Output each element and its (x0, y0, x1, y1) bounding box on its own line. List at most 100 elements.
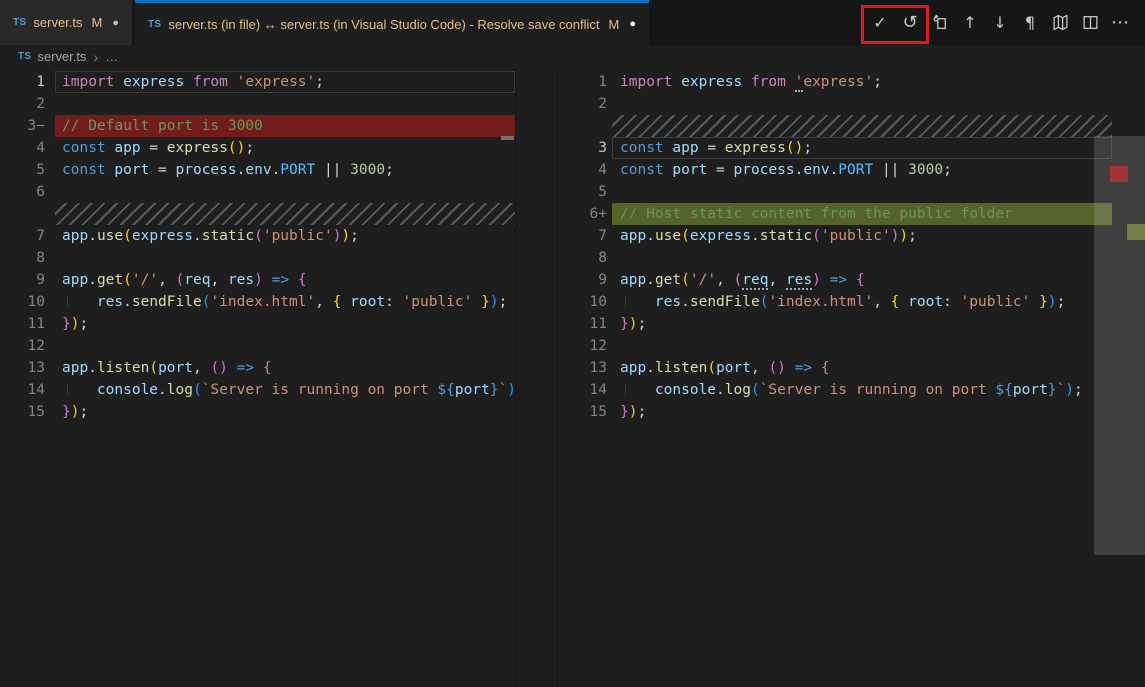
code-token: root (908, 294, 943, 310)
code-token: , (158, 272, 175, 288)
discard-button[interactable]: ↺ (895, 0, 925, 45)
code-line[interactable] (612, 247, 1112, 269)
code-token: => (272, 272, 289, 288)
typescript-icon: TS (148, 19, 161, 30)
code-token: ) (254, 272, 263, 288)
tab-server-ts[interactable]: TS server.ts M ● (0, 0, 132, 45)
code-line[interactable] (612, 93, 1112, 115)
code-token: import (620, 74, 681, 90)
breadcrumb-more[interactable]: … (105, 49, 118, 64)
code-line[interactable]: }); (612, 313, 1112, 335)
code-token (254, 360, 263, 376)
code-line[interactable]: app.use(express.static('public')); (612, 225, 1112, 247)
code-token: import (62, 74, 123, 90)
line-number: 2 (558, 93, 607, 115)
code-token: res (655, 294, 681, 310)
left-code-row: 12 (0, 335, 515, 357)
code-line[interactable]: import express from 'express'; (55, 71, 515, 93)
code-line[interactable]: const app = express(); (55, 137, 515, 159)
line-number: 8 (558, 247, 607, 269)
line-number: 1 (558, 71, 607, 93)
dirty-indicator-icon[interactable]: ● (629, 18, 636, 30)
more-actions-button[interactable]: ⋯ (1105, 0, 1135, 45)
code-line[interactable] (55, 335, 515, 357)
code-token: { (263, 360, 272, 376)
code-token: sendFile (132, 294, 202, 310)
accept-merge-button[interactable]: ✓ (865, 0, 895, 45)
code-token: 'index.html' (768, 294, 873, 310)
code-token: ; (1074, 382, 1083, 398)
code-token: () (786, 140, 803, 156)
code-line[interactable]: app.use(express.static('public')); (55, 225, 515, 247)
code-token: env (803, 162, 829, 178)
code-token: express (167, 140, 228, 156)
code-token: () (210, 360, 227, 376)
map-button[interactable] (1045, 0, 1075, 45)
code-token (812, 360, 821, 376)
code-line[interactable]: console.log(`Server is running on port $… (612, 379, 1112, 401)
code-token (1030, 294, 1039, 310)
code-token: ( (123, 228, 132, 244)
code-token: = (716, 162, 733, 178)
code-line[interactable]: }); (55, 401, 515, 423)
code-token: || (873, 162, 908, 178)
code-line[interactable] (55, 181, 515, 203)
editor-actions-toolbar: ✓ ↺ ↑ ↓ ¶ (865, 0, 1135, 45)
previous-change-button[interactable]: ↑ (955, 0, 985, 45)
code-line[interactable]: import express from 'express'; (612, 71, 1112, 93)
code-token: ; (350, 228, 359, 244)
dirty-indicator-icon[interactable]: ● (112, 17, 119, 29)
code-token: ; (1057, 294, 1066, 310)
code-token: ) (1065, 382, 1074, 398)
code-line[interactable] (55, 247, 515, 269)
line-number: 8 (0, 247, 45, 269)
code-token: express (681, 74, 751, 90)
line-number: 9 (0, 269, 45, 291)
code-line[interactable]: const port = process.env.PORT || 3000; (612, 159, 1112, 181)
code-line[interactable]: app.get('/', (req, res) => { (612, 269, 1112, 291)
code-token (263, 272, 272, 288)
code-token: ( (193, 382, 202, 398)
breadcrumb-file[interactable]: server.ts (37, 49, 86, 64)
code-line[interactable]: const port = process.env.PORT || 3000; (55, 159, 515, 181)
code-line[interactable]: res.sendFile('index.html', { root: 'publ… (55, 291, 515, 313)
left-code-row: 6 (0, 181, 515, 203)
code-line[interactable]: res.sendFile('index.html', { root: 'publ… (612, 291, 1112, 313)
code-line[interactable]: const app = express(); (612, 137, 1112, 159)
tab-resolve-save-conflict[interactable]: TS server.ts (in file) ↔ server.ts (in V… (135, 0, 649, 45)
code-token: ; (873, 74, 882, 90)
discard-icon: ↺ (902, 14, 917, 32)
code-line[interactable]: app.listen(port, () => { (612, 357, 1112, 379)
next-change-button[interactable]: ↓ (985, 0, 1015, 45)
code-line[interactable]: }); (612, 401, 1112, 423)
split-editor-icon (1082, 14, 1099, 31)
pane-divider[interactable] (515, 68, 558, 687)
line-number: 4 (558, 159, 607, 181)
code-line[interactable] (612, 335, 1112, 357)
code-line[interactable]: console.log(`Server is running on port $… (55, 379, 515, 401)
code-token: 3000 (350, 162, 385, 178)
split-editor-button[interactable] (1075, 0, 1105, 45)
code-line[interactable]: // Host static content from the public f… (612, 203, 1112, 225)
code-line[interactable] (612, 181, 1112, 203)
code-token: { (298, 272, 307, 288)
code-token: , (716, 272, 733, 288)
code-line[interactable]: }); (55, 313, 515, 335)
code-token: } (1048, 382, 1057, 398)
code-token: } (62, 316, 71, 332)
line-number: 4 (0, 137, 45, 159)
code-token: ( (149, 360, 158, 376)
right-scrollbar-minimap[interactable] (1094, 136, 1145, 555)
arrow-up-icon: ↑ (963, 15, 976, 31)
left-scrollbar-slider[interactable] (501, 136, 514, 140)
code-token: get (655, 272, 681, 288)
code-line[interactable]: app.get('/', (req, res) => { (55, 269, 515, 291)
left-code-row: 1import express from 'express'; (0, 71, 515, 93)
code-token: 'public' (961, 294, 1031, 310)
code-line[interactable] (55, 93, 515, 115)
code-token: res (786, 272, 812, 290)
open-file-button[interactable] (925, 0, 955, 45)
code-line[interactable]: app.listen(port, () => { (55, 357, 515, 379)
code-line[interactable]: // Default port is 3000 (55, 115, 515, 137)
toggle-whitespace-button[interactable]: ¶ (1015, 0, 1045, 45)
